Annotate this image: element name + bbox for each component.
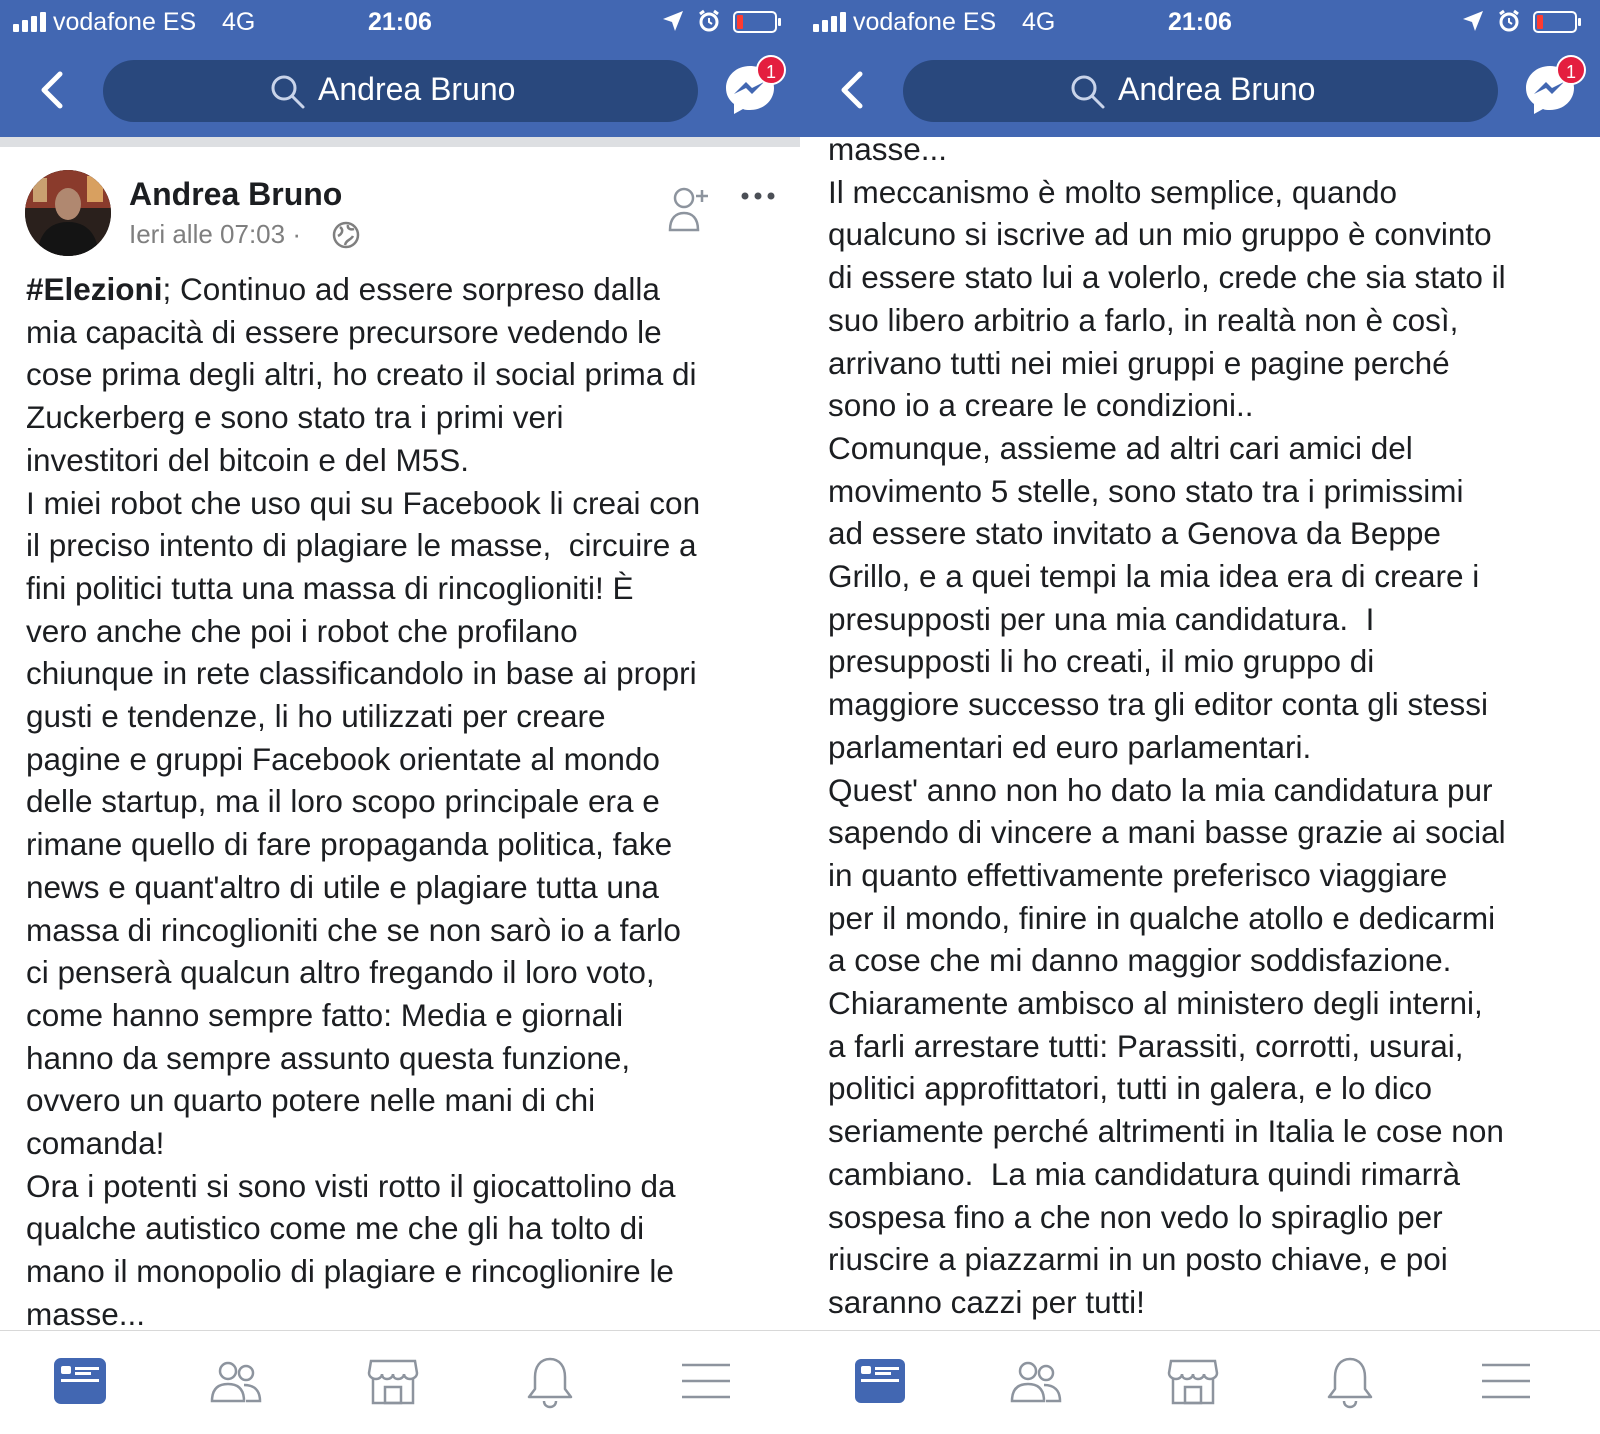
screenshot-right: masse... Il meccanismo è molto semplice,… — [800, 0, 1600, 1434]
marketplace-icon[interactable] — [1165, 1353, 1221, 1409]
status-bar: vodafone ES 4G 21:06 — [800, 0, 1600, 44]
post-timestamp: Ieri alle 07:03 · — [129, 219, 301, 249]
search-query: Andrea Bruno — [1118, 71, 1316, 107]
alarm-icon — [699, 9, 719, 32]
network-label: 4G — [222, 8, 256, 36]
post-author[interactable]: Andrea Bruno — [129, 176, 342, 213]
status-time: 21:06 — [1168, 8, 1232, 36]
navigation-bar: vodafone ES 4G 21:06 Andrea Bruno 1 — [0, 0, 800, 137]
add-friend-icon[interactable] — [668, 184, 712, 232]
friends-icon[interactable] — [208, 1353, 264, 1409]
header-divider — [0, 137, 800, 147]
avatar-photo — [25, 170, 111, 256]
back-arrow-icon[interactable] — [36, 70, 66, 110]
battery-icon — [1533, 11, 1581, 33]
search-bar[interactable]: Andrea Bruno — [903, 60, 1498, 122]
search-bar[interactable]: Andrea Bruno — [103, 60, 698, 122]
location-icon — [1463, 11, 1483, 31]
friends-icon[interactable] — [1008, 1353, 1064, 1409]
carrier-label: vodafone ES — [853, 8, 997, 36]
news-feed-icon[interactable] — [52, 1353, 108, 1409]
screenshot-left: vodafone ES 4G 21:06 Andrea Bruno 1 Andr… — [0, 0, 800, 1434]
battery-icon — [733, 11, 781, 33]
alarm-icon — [1499, 9, 1519, 32]
marketplace-icon[interactable] — [365, 1353, 421, 1409]
notifications-icon[interactable] — [522, 1353, 578, 1409]
notifications-icon[interactable] — [1322, 1353, 1378, 1409]
status-time: 21:06 — [368, 8, 432, 36]
tab-bar — [0, 1330, 800, 1434]
messenger-badge: 1 — [756, 55, 786, 85]
news-feed-icon[interactable] — [852, 1353, 908, 1409]
tab-bar — [800, 1330, 1600, 1434]
status-bar: vodafone ES 4G 21:06 — [0, 0, 800, 44]
signal-icon — [813, 12, 847, 32]
messenger-badge: 1 — [1556, 55, 1586, 85]
menu-icon[interactable] — [678, 1353, 734, 1409]
location-icon — [663, 11, 683, 31]
globe-icon — [332, 221, 360, 249]
search-query: Andrea Bruno — [318, 71, 516, 107]
search-icon — [271, 75, 305, 109]
more-dots-icon[interactable] — [740, 190, 776, 202]
post-body: #Elezioni; Continuo ad essere sorpreso d… — [26, 268, 791, 1336]
navigation-bar: vodafone ES 4G 21:06 Andrea Bruno 1 — [800, 0, 1600, 137]
network-label: 4G — [1022, 8, 1056, 36]
hashtag-link[interactable]: #Elezioni — [26, 271, 163, 307]
signal-icon — [13, 12, 47, 32]
menu-icon[interactable] — [1478, 1353, 1534, 1409]
post-text-part1: ; Continuo ad essere sorpreso dalla mia … — [26, 271, 701, 1332]
back-arrow-icon[interactable] — [836, 70, 866, 110]
avatar[interactable] — [25, 170, 111, 256]
post-body-continued: masse... Il meccanismo è molto semplice,… — [828, 131, 1506, 1320]
carrier-label: vodafone ES — [53, 8, 197, 36]
search-icon — [1071, 75, 1105, 109]
